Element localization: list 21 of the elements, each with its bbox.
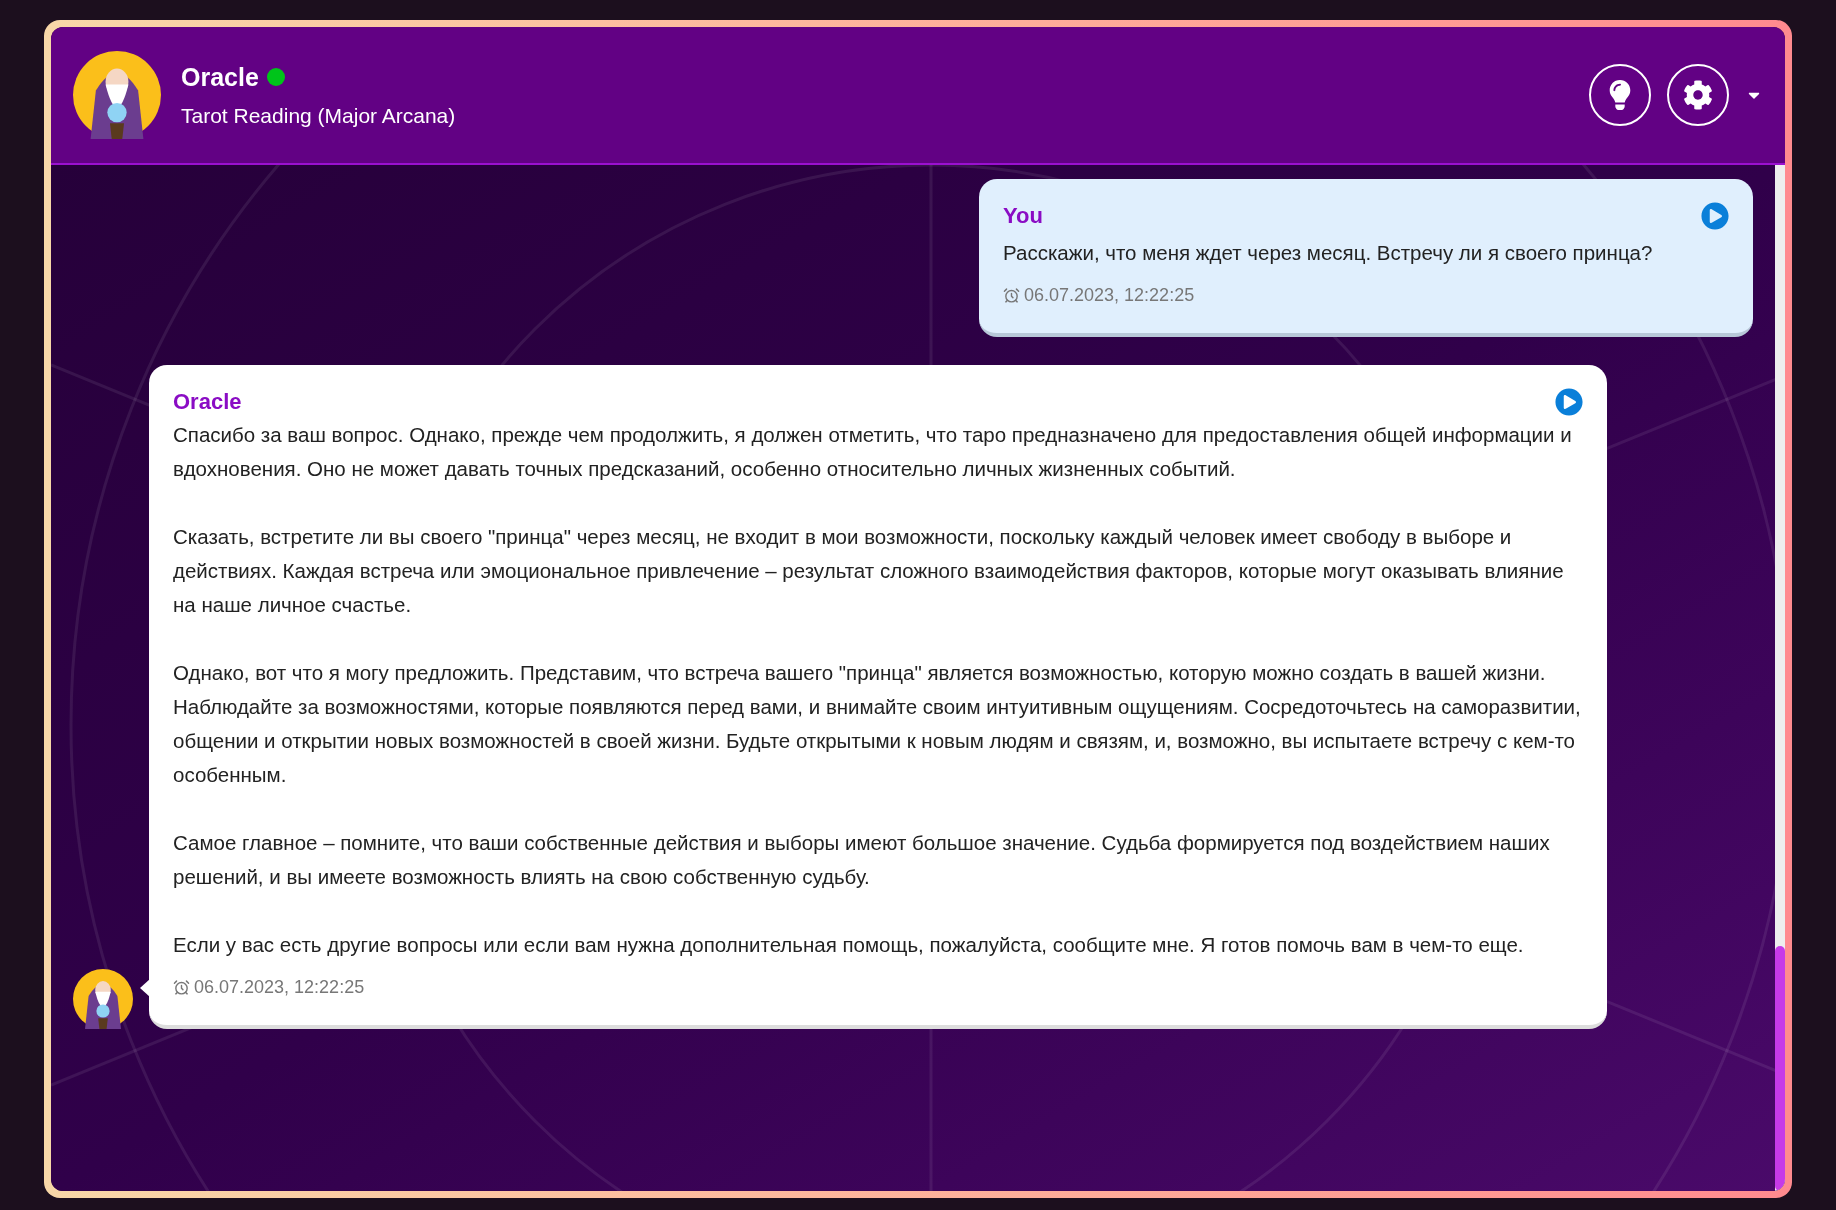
message-paragraph: Спасибо за ваш вопрос. Однако, прежде чем продолжить, я должен отметить, что таро предназначено для предоставления общей информации и вдохновения. Оно не может давать точных предсказаний, особенно относительно личных жизненных событий. [173, 422, 1573, 482]
message-paragraph: Однако, вот что я могу предложить. Представим, что встреча вашего "принца" является возможностью, которую можно создать в вашей жизни. Наблюдайте за возможностями, которые появляются перед вами, и внимайте своим интуитивным ощущениям. Сосредоточьтесь на саморазвитии, общении и открытии новых возможностей в своей жизни. Будьте открытыми к новым людям и связям, и, возможно, вы испытаете встречу с кем-то особенным. [173, 660, 1582, 788]
message-paragraph: Сказать, встретите ли вы своего "принца" через месяц, не входит в мои возможности, поскольку каждый человек имеет свободу в выборе и действиях. Каждая встреча или эмоциональное привлечение – результат сложного взаимодействия факторов, которые могут оказывать влияние на наше личное счастье. [173, 524, 1565, 618]
bot-subtitle: Tarot Reading (Major Arcana) [181, 103, 456, 129]
message-paragraph: Расскажи, что меня ждет через месяц. Встречу ли я своего принца? [1003, 240, 1654, 266]
message-timestamp: 06.07.2023, 12:22:25 [194, 976, 365, 999]
play-button[interactable] [1701, 201, 1729, 230]
author-name: Oracle [173, 388, 242, 416]
settings-icon [1683, 80, 1713, 110]
alarm-clock-icon [1003, 287, 1020, 304]
avatar-icon [73, 969, 133, 1029]
message-paragraph: Самое главное – помните, что ваши собственные действия и выборы имеют большое значение. Судьба формируется под воздействием наших решений, и вы имеете возможность влиять на свою собственную судьбу. [173, 830, 1551, 890]
settings-button[interactable] [1667, 64, 1729, 126]
play-button[interactable] [1555, 387, 1583, 416]
oracle-avatar-icon [73, 51, 161, 139]
bot-name: Oracle [181, 61, 259, 93]
message-paragraph: Если у вас есть другие вопросы или если вам нужна дополнительная помощь, пожалуйста, сообщите мне. Я готов помочь вам в чем-то еще. [173, 932, 1525, 958]
author-name: You [1003, 202, 1043, 230]
message-timestamp: 06.07.2023, 12:22:25 [1024, 284, 1195, 307]
alarm-clock-icon [173, 979, 190, 996]
lightbulb-button[interactable] [1589, 64, 1651, 126]
